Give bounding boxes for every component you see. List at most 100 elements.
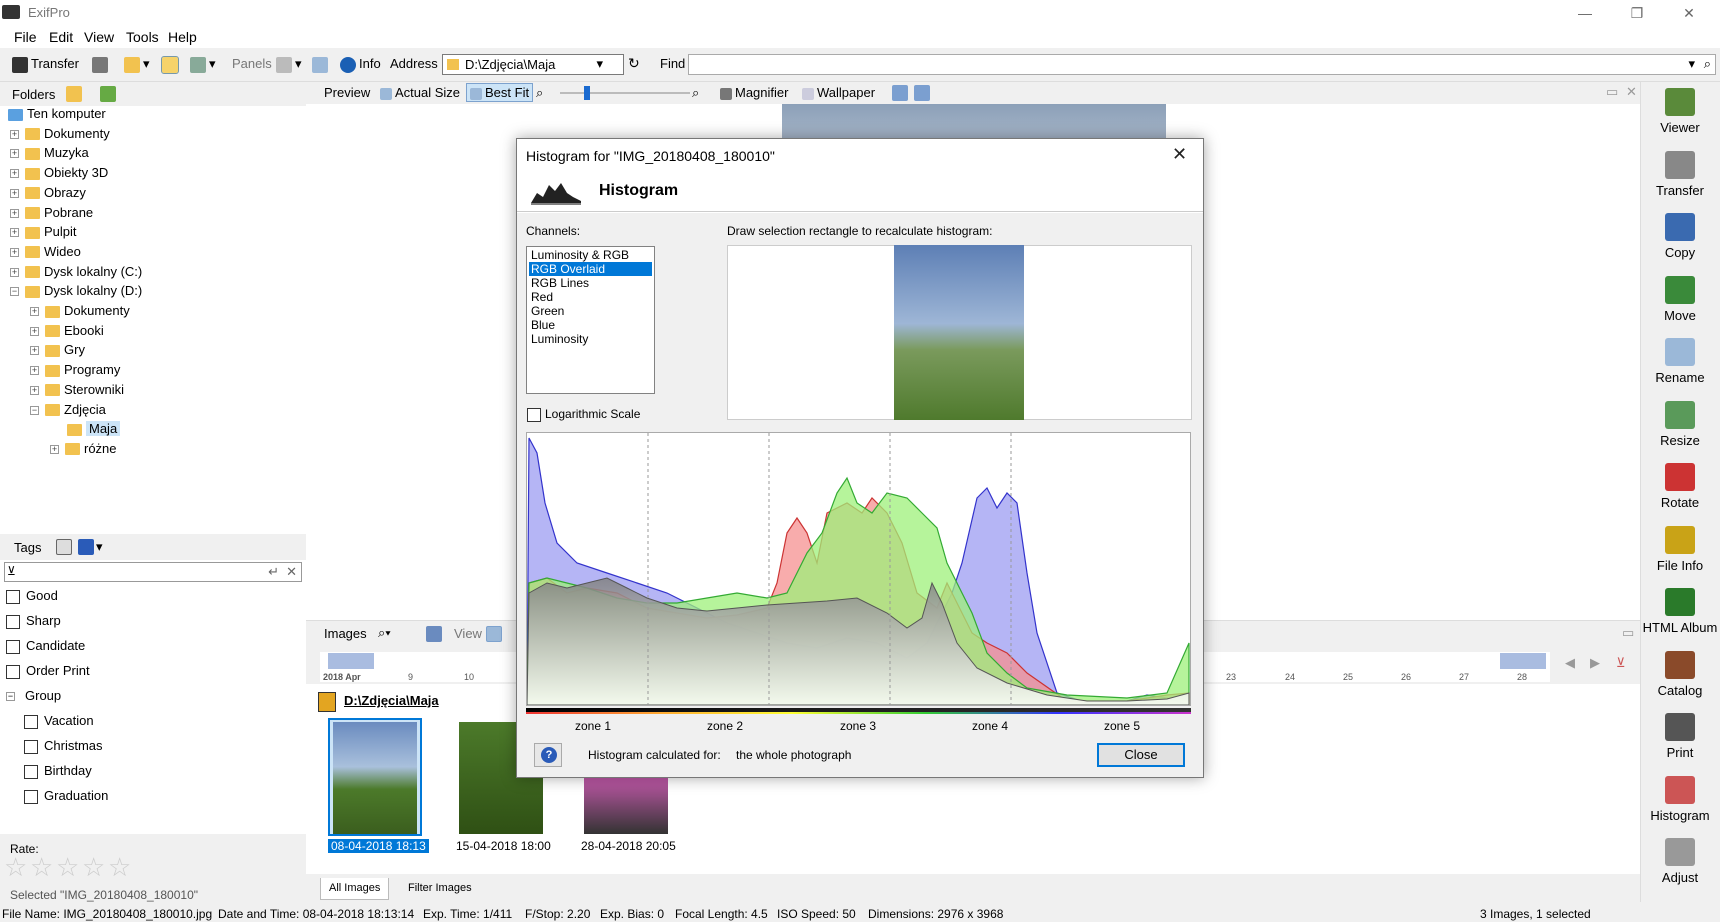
- folder-item[interactable]: + Gry: [30, 342, 85, 360]
- right-tool-viewer[interactable]: Viewer: [1640, 88, 1720, 135]
- expand-icon[interactable]: +: [50, 444, 59, 454]
- right-tool-rename[interactable]: Rename: [1640, 338, 1720, 385]
- folder-item[interactable]: + Programy: [30, 362, 120, 380]
- find-input[interactable]: ▾ ⌕: [688, 54, 1716, 75]
- rotate-left-icon[interactable]: [892, 85, 908, 101]
- thumbnail-label[interactable]: 28-04-2018 20:05: [581, 839, 676, 853]
- select-icon[interactable]: [426, 626, 442, 642]
- tags-dropdown-icon[interactable]: ▾: [96, 539, 103, 555]
- images-pane-restore-icon[interactable]: ▭: [1622, 625, 1634, 641]
- tag-checkbox[interactable]: [6, 589, 20, 604]
- transfer-button[interactable]: Transfer: [12, 56, 79, 73]
- channel-option[interactable]: RGB Lines: [529, 276, 652, 290]
- pane-restore-icon[interactable]: ▭: [1606, 84, 1618, 100]
- maximize-button[interactable]: ❐: [1614, 0, 1660, 26]
- right-tool-file-info[interactable]: File Info: [1640, 525, 1720, 573]
- info-button[interactable]: Info: [340, 56, 381, 73]
- dialog-close-button[interactable]: Close: [1097, 743, 1185, 767]
- rating-star-4[interactable]: ☆: [82, 852, 105, 883]
- channel-option[interactable]: Green: [529, 304, 652, 318]
- tag-item[interactable]: Good: [6, 588, 58, 604]
- expand-icon[interactable]: +: [30, 385, 39, 395]
- folder-item[interactable]: + Dokumenty: [10, 126, 110, 144]
- channel-option[interactable]: Luminosity & RGB: [529, 248, 652, 262]
- expand-icon[interactable]: +: [30, 326, 39, 336]
- thumbnail-label[interactable]: 15-04-2018 18:00: [456, 839, 551, 853]
- tag-checkbox[interactable]: [6, 664, 20, 679]
- layout-button[interactable]: ▾: [190, 56, 216, 73]
- find-search-icon[interactable]: ⌕: [1704, 56, 1711, 72]
- open-folder-button[interactable]: ▾: [124, 56, 150, 73]
- expand-icon[interactable]: +: [30, 346, 39, 356]
- channel-option[interactable]: Luminosity: [529, 332, 652, 346]
- menu-help[interactable]: Help: [168, 29, 197, 45]
- folder-item[interactable]: + różne: [50, 441, 117, 459]
- tag-checkbox[interactable]: [24, 789, 38, 804]
- tag-item[interactable]: Christmas: [24, 738, 103, 754]
- right-tool-adjust[interactable]: Adjust: [1640, 838, 1720, 885]
- print-button[interactable]: [92, 56, 111, 73]
- expand-icon[interactable]: +: [10, 149, 19, 159]
- right-tool-print[interactable]: Print: [1640, 713, 1720, 760]
- rating-star-3[interactable]: ☆: [56, 852, 79, 883]
- folder-item[interactable]: Ten komputer: [8, 106, 106, 124]
- tag-item[interactable]: Vacation: [24, 713, 94, 729]
- timeline-prev-icon[interactable]: ◀: [1565, 655, 1575, 671]
- folder-item[interactable]: + Obrazy: [10, 185, 86, 203]
- right-tool-move[interactable]: Move: [1640, 275, 1720, 323]
- menu-edit[interactable]: Edit: [49, 29, 73, 45]
- dialog-close-icon[interactable]: ✕: [1172, 144, 1187, 165]
- menu-tools[interactable]: Tools: [126, 29, 159, 45]
- expand-icon[interactable]: +: [10, 188, 19, 198]
- tag-checkbox[interactable]: [24, 714, 38, 729]
- right-tool-histogram[interactable]: Histogram: [1640, 775, 1720, 823]
- folder-item[interactable]: − Zdjęcia: [30, 402, 106, 420]
- folder-options-icon[interactable]: [66, 86, 82, 102]
- timeline-bar-end[interactable]: [1500, 653, 1546, 669]
- tag-checkbox[interactable]: [24, 764, 38, 779]
- tab-filter-images[interactable]: Filter Images: [400, 878, 480, 898]
- zoom-slider[interactable]: [560, 92, 690, 94]
- wallpaper-button[interactable]: Wallpaper: [802, 85, 875, 100]
- selection-photo[interactable]: [894, 245, 1024, 420]
- expand-icon[interactable]: +: [10, 208, 19, 218]
- collapse-icon[interactable]: −: [6, 692, 15, 702]
- tag-group[interactable]: − Group: [6, 688, 61, 703]
- timeline-bar-start[interactable]: [328, 653, 374, 669]
- folder-item[interactable]: − Dysk lokalny (D:): [10, 283, 142, 301]
- enter-icon[interactable]: ↵: [268, 564, 279, 580]
- right-tool-resize[interactable]: Resize: [1640, 400, 1720, 448]
- expand-icon[interactable]: +: [10, 267, 19, 277]
- menu-view[interactable]: View: [84, 29, 114, 45]
- folder-item[interactable]: + Obiekty 3D: [10, 165, 108, 183]
- folder-item[interactable]: Maja: [50, 421, 121, 439]
- minimize-button[interactable]: —: [1562, 0, 1608, 26]
- log-scale-box[interactable]: [527, 407, 541, 422]
- right-tool-rotate[interactable]: Rotate: [1640, 463, 1720, 510]
- address-field[interactable]: D:\Zdjęcia\Maja ▾: [442, 54, 624, 75]
- zoom-in-icon[interactable]: ⌕: [692, 85, 699, 101]
- thumbnail-image[interactable]: [333, 722, 417, 834]
- tab-all-images[interactable]: All Images: [320, 878, 390, 900]
- pane-close-icon[interactable]: ✕: [1626, 84, 1637, 100]
- close-window-button[interactable]: ✕: [1666, 0, 1712, 26]
- tag-item[interactable]: Graduation: [24, 788, 108, 804]
- log-scale-checkbox[interactable]: Logarithmic Scale: [527, 406, 640, 422]
- tree-view-button[interactable]: [161, 55, 181, 74]
- zoom-out-icon[interactable]: ⌕: [536, 85, 543, 101]
- tag-filter-input[interactable]: ⊻ ↵ ✕: [4, 562, 302, 582]
- folder-item[interactable]: + Pulpit: [10, 224, 77, 242]
- channel-option-selected[interactable]: RGB Overlaid: [529, 262, 652, 276]
- rotate-right-icon[interactable]: [914, 85, 930, 101]
- timeline-next-icon[interactable]: ▶: [1590, 655, 1600, 671]
- zoom-slider-thumb[interactable]: [584, 86, 590, 100]
- expand-icon[interactable]: +: [10, 247, 19, 257]
- images-search-icon[interactable]: ⌕▾: [378, 625, 391, 641]
- folder-up-icon[interactable]: [100, 86, 116, 102]
- expand-icon[interactable]: +: [10, 129, 19, 139]
- folder-group-path[interactable]: D:\Zdjęcia\Maja: [344, 693, 439, 708]
- folder-item[interactable]: + Wideo: [10, 244, 81, 262]
- actual-size-button[interactable]: Actual Size: [380, 85, 460, 100]
- folder-item[interactable]: + Sterowniki: [30, 382, 124, 400]
- tag-item[interactable]: Birthday: [24, 763, 92, 779]
